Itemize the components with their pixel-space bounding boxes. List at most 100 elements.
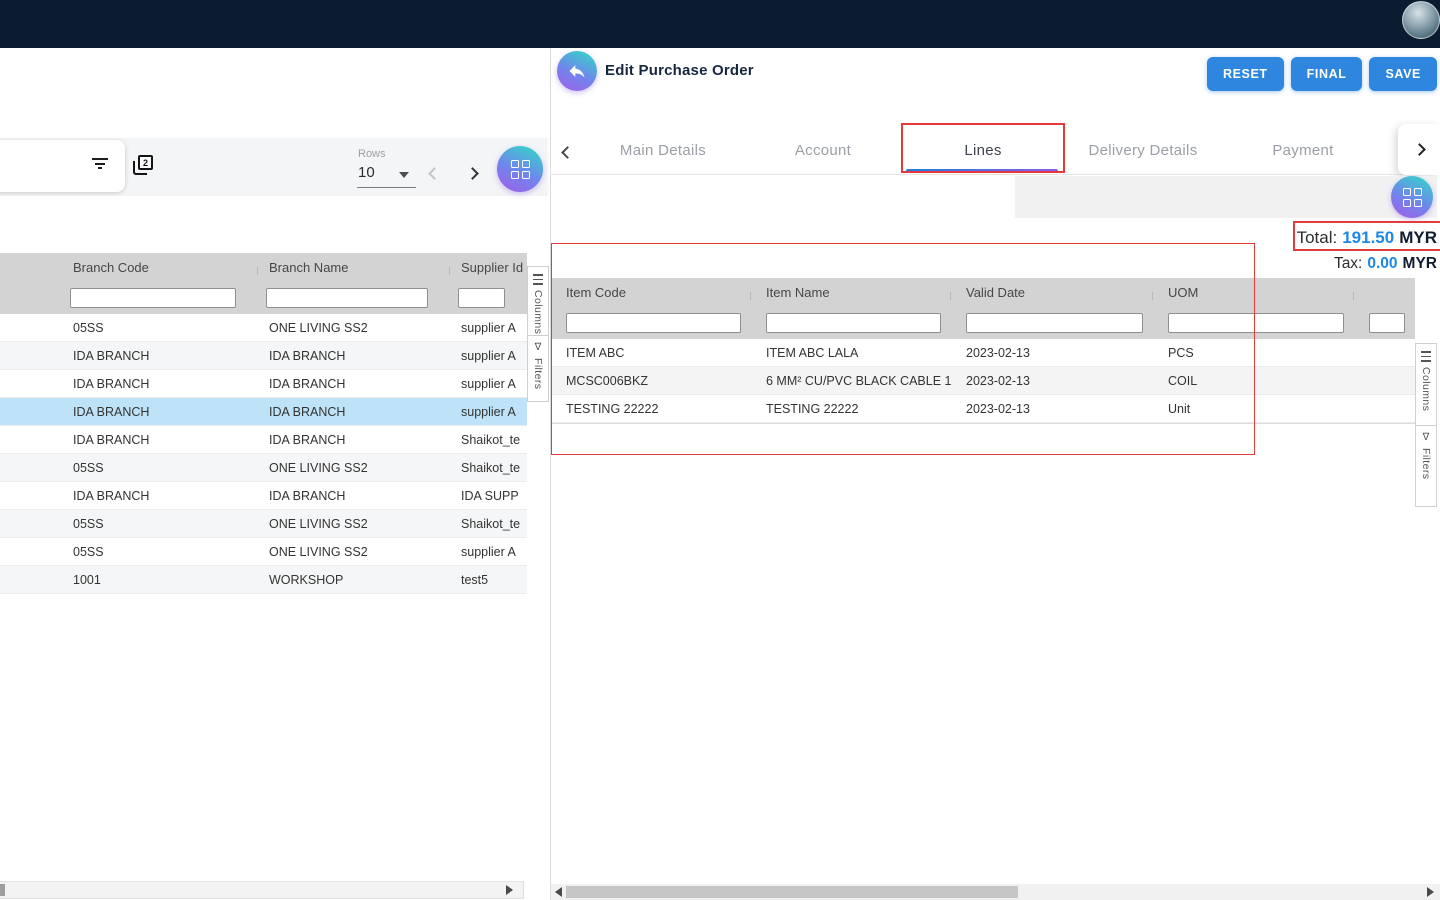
table-cell: 05SS [62, 517, 258, 531]
apps-grid-button[interactable] [497, 146, 543, 192]
filters-side-tab-label: Filters [532, 358, 544, 389]
active-tab-underline [906, 169, 1058, 173]
lines-table-filter-row [551, 306, 1415, 339]
column-header-valid-date[interactable]: Valid Date [951, 285, 1153, 300]
scrollbar-thumb[interactable] [566, 886, 1018, 898]
scroll-right-arrow-icon[interactable] [1427, 887, 1434, 897]
table-cell: Shaikot_te [450, 517, 527, 531]
table-cell: 2023-02-13 [951, 402, 1153, 416]
table-cell: 1001 [62, 573, 258, 587]
table-cell: IDA BRANCH [258, 433, 450, 447]
columns-side-tab-label: Columns [532, 290, 544, 334]
column-header-uom[interactable]: UOM [1153, 285, 1354, 300]
column-header-branch-code[interactable]: Branch Code [62, 260, 258, 275]
tab-delivery-details[interactable]: Delivery Details [1063, 125, 1223, 175]
table-row[interactable]: 05SSONE LIVING SS2supplier A [0, 538, 527, 566]
left-table-horizontal-scrollbar[interactable] [0, 881, 523, 899]
total-currency: MYR [1399, 228, 1437, 248]
tab-lines[interactable]: Lines [903, 125, 1063, 175]
filter-input-item-code[interactable] [566, 313, 741, 333]
table-row[interactable]: IDA BRANCHIDA BRANCHsupplier A [0, 370, 527, 398]
tabs: Main Details Account Lines Delivery Deta… [583, 125, 1383, 175]
column-header-branch-name[interactable]: Branch Name [258, 260, 450, 275]
filters-side-tab[interactable]: ∇ Filters [527, 335, 549, 402]
columns-side-tab[interactable]: Columns [527, 266, 549, 336]
back-button[interactable] [557, 51, 597, 91]
scrollbar-thumb[interactable] [0, 884, 5, 896]
table-cell: IDA BRANCH [62, 489, 258, 503]
action-buttons: RESET FINAL SAVE [1207, 57, 1437, 91]
filter-input-branch-name[interactable] [266, 288, 428, 308]
search-filter-card[interactable] [0, 140, 125, 192]
filter-funnel-icon: ∇ [1423, 433, 1430, 443]
table-cell: Shaikot_te [450, 461, 527, 475]
table-cell: TESTING 22222 [551, 402, 751, 416]
column-header-item-code[interactable]: Item Code [551, 285, 751, 300]
tab-main-details[interactable]: Main Details [583, 125, 743, 175]
next-page-button[interactable] [468, 165, 477, 183]
filter-input-uom[interactable] [1168, 313, 1344, 333]
rows-select-underline [357, 187, 416, 188]
duplicate-page-2-icon[interactable]: 2 [133, 155, 153, 175]
columns-bars-icon [533, 274, 543, 285]
user-avatar[interactable] [1402, 1, 1440, 39]
filter-funnel-icon: ∇ [535, 343, 542, 353]
table-row[interactable]: 05SSONE LIVING SS2supplier A [0, 314, 527, 342]
table-cell: IDA BRANCH [258, 489, 450, 503]
filter-input-extra[interactable] [1369, 313, 1405, 333]
table-cell: IDA BRANCH [62, 433, 258, 447]
filter-input-branch-code[interactable] [70, 288, 236, 308]
table-cell: IDA BRANCH [258, 377, 450, 391]
columns-side-tab[interactable]: Columns [1415, 343, 1437, 426]
column-header-supplier[interactable]: Supplier Id [450, 260, 527, 275]
table-cell: IDA BRANCH [62, 405, 258, 419]
reset-button[interactable]: RESET [1207, 57, 1284, 91]
filter-list-icon[interactable] [91, 158, 109, 172]
final-button[interactable]: FINAL [1291, 57, 1363, 91]
table-row[interactable]: 1001WORKSHOPtest5 [0, 566, 527, 594]
table-cell: Unit [1153, 402, 1354, 416]
table-cell: ONE LIVING SS2 [258, 461, 450, 475]
tax-currency: MYR [1403, 255, 1437, 273]
table-row[interactable]: IDA BRANCHIDA BRANCHIDA SUPP [0, 482, 527, 510]
filters-side-tab-label: Filters [1420, 448, 1432, 479]
tabs-scroll-right-button[interactable] [1398, 124, 1440, 175]
filter-input-item-name[interactable] [766, 313, 941, 333]
tax-amount: Tax: 0.00 MYR [1334, 252, 1437, 276]
tab-payment[interactable]: Payment [1223, 125, 1383, 175]
filter-input-supplier[interactable] [458, 288, 505, 308]
lines-table-horizontal-scrollbar[interactable] [551, 884, 1440, 900]
columns-bars-icon [1421, 351, 1431, 362]
table-cell: WORKSHOP [258, 573, 450, 587]
tax-label: Tax: [1334, 255, 1362, 273]
table-row[interactable]: ITEM ABCITEM ABC LALA2023-02-13PCS [551, 339, 1415, 367]
table-cell: supplier A [450, 349, 527, 363]
table-cell: MCSC006BKZ [551, 374, 751, 388]
table-cell: IDA BRANCH [62, 377, 258, 391]
table-cell: 2023-02-13 [951, 374, 1153, 388]
chevron-down-icon[interactable] [399, 172, 409, 178]
table-row[interactable]: 05SSONE LIVING SS2Shaikot_te [0, 510, 527, 538]
apps-grid-button-right[interactable] [1391, 176, 1433, 218]
table-cell: ONE LIVING SS2 [258, 545, 450, 559]
tab-account[interactable]: Account [743, 125, 903, 175]
table-row[interactable]: TESTING 22222TESTING 222222023-02-13Unit [551, 395, 1415, 423]
filters-side-tab[interactable]: ∇ Filters [1415, 425, 1437, 507]
table-row[interactable]: IDA BRANCHIDA BRANCHsupplier A [0, 398, 527, 426]
lines-table-body: ITEM ABCITEM ABC LALA2023-02-13PCSMCSC00… [551, 339, 1415, 423]
scroll-right-arrow-icon[interactable] [506, 885, 513, 895]
save-button[interactable]: SAVE [1369, 57, 1437, 91]
table-row[interactable]: IDA BRANCHIDA BRANCHShaikot_te [0, 426, 527, 454]
table-cell: supplier A [450, 377, 527, 391]
table-row[interactable]: IDA BRANCHIDA BRANCHsupplier A [0, 342, 527, 370]
tax-value: 0.00 [1367, 255, 1397, 273]
table-cell: ITEM ABC LALA [751, 346, 951, 360]
tabs-scroll-left-button[interactable] [563, 144, 572, 162]
filter-input-valid-date[interactable] [966, 313, 1143, 333]
scroll-left-arrow-icon[interactable] [555, 887, 562, 897]
column-header-item-name[interactable]: Item Name [751, 285, 951, 300]
previous-page-button[interactable] [430, 165, 439, 183]
table-row[interactable]: MCSC006BKZ6 MM² CU/PVC BLACK CABLE 1...2… [551, 367, 1415, 395]
table-row[interactable]: 05SSONE LIVING SS2Shaikot_te [0, 454, 527, 482]
rows-per-page-value[interactable]: 10 [358, 164, 375, 181]
